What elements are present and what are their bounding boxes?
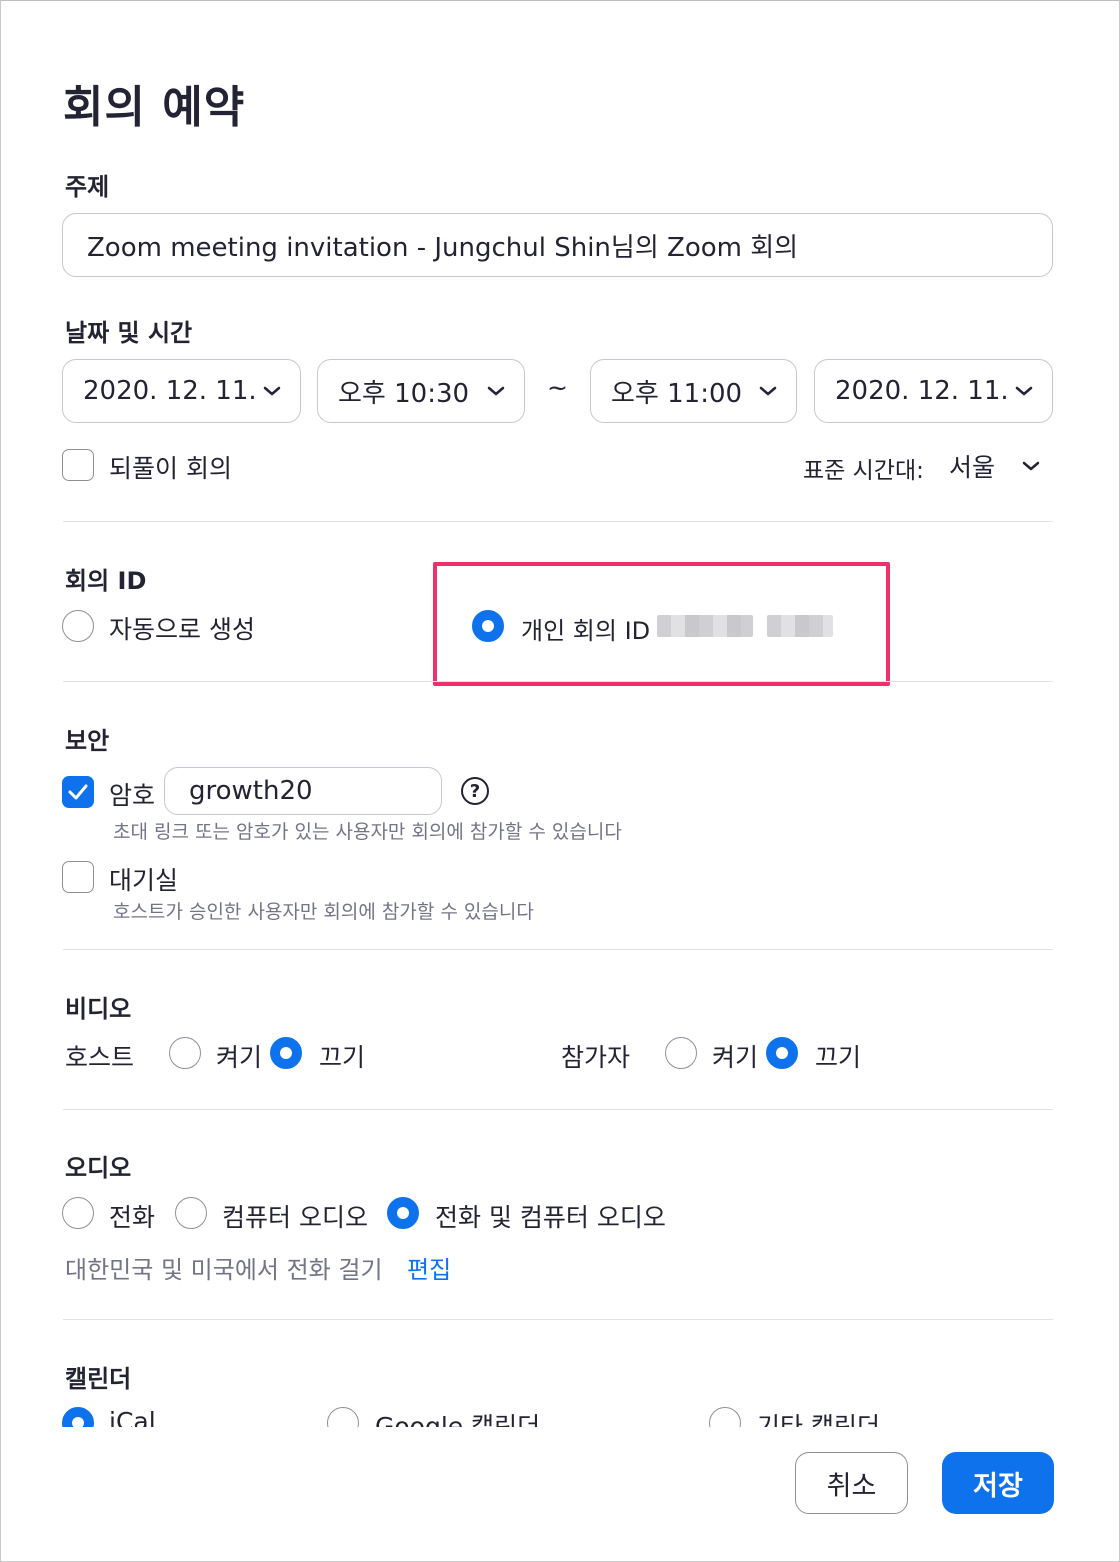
calendar-label: 캘린더 [65,1365,132,1393]
passcode-hint: 초대 링크 또는 암호가 있는 사용자만 회의에 참가할 수 있습니다 [113,821,622,843]
end-date-value: 2020. 12. 11. [835,376,1009,406]
calendar-google-label: Google 캘린더 [375,1412,541,1427]
waiting-room-label: 대기실 [109,866,179,895]
dial-in-edit-link[interactable]: 편집 [407,1250,451,1285]
participant-video-off-radio[interactable] [766,1037,798,1069]
save-button-label: 저장 [973,1470,1023,1502]
start-date-dropdown[interactable]: 2020. 12. 11. [62,359,301,423]
calendar-other-radio[interactable] [709,1407,741,1427]
audio-computer-label: 컴퓨터 오디오 [222,1203,368,1232]
auto-generate-radio[interactable] [62,610,94,642]
chevron-down-icon [1022,461,1040,471]
start-date-value: 2020. 12. 11. [83,376,257,406]
timezone-value: 서울 [949,453,996,482]
host-video-on-label: 켜기 [216,1043,263,1072]
passcode-checkbox[interactable] [62,776,94,808]
chevron-down-icon [1015,386,1033,396]
waiting-room-hint: 호스트가 승인한 사용자만 회의에 참가할 수 있습니다 [113,901,534,923]
start-time-dropdown[interactable]: 오후 10:30 [317,359,525,423]
help-icon[interactable]: ? [461,777,489,805]
security-label: 보안 [65,727,110,755]
topic-label: 주제 [65,173,110,201]
chevron-down-icon [759,386,777,396]
calendar-other-label: 기타 캘린더 [757,1412,880,1427]
end-time-dropdown[interactable]: 오후 11:00 [590,359,797,423]
cancel-button[interactable]: 취소 [795,1452,908,1514]
start-time-value: 오후 10:30 [338,378,470,409]
passcode-value: growth20 [189,776,313,806]
topic-input-value: Zoom meeting invitation - Jungchul Shin님… [87,232,799,263]
audio-both-label: 전화 및 컴퓨터 오디오 [435,1203,666,1232]
checkmark-icon [68,784,88,800]
audio-both-radio[interactable] [387,1197,419,1229]
chevron-down-icon [487,386,505,396]
recurring-label: 되풀이 회의 [109,454,232,483]
host-video-off-label: 끄기 [319,1043,366,1072]
divider [63,521,1053,522]
calendar-options-row: iCal Google 캘린더 기타 캘린더 [1,1401,1120,1427]
calendar-ical-label: iCal [109,1407,156,1427]
calendar-ical-radio[interactable] [62,1407,94,1427]
help-symbol: ? [469,780,481,802]
calendar-google-radio[interactable] [327,1407,359,1427]
participant-video-off-label: 끄기 [815,1043,862,1072]
audio-phone-label: 전화 [109,1203,156,1232]
host-video-on-radio[interactable] [169,1037,201,1069]
host-video-off-radio[interactable] [270,1037,302,1069]
dialog-title: 회의 예약 [63,82,246,133]
divider [63,949,1053,950]
timezone-label: 표준 시간대: [803,458,924,484]
recurring-checkbox[interactable] [62,449,94,481]
timezone-dropdown[interactable]: 서울 [949,449,1041,483]
divider [63,681,1053,682]
divider [63,1319,1053,1320]
save-button[interactable]: 저장 [942,1452,1054,1514]
chevron-down-icon [263,386,281,396]
end-time-value: 오후 11:00 [611,378,743,409]
datetime-label: 날짜 및 시간 [65,319,193,347]
audio-label: 오디오 [65,1154,132,1182]
passcode-input[interactable]: growth20 [164,767,442,815]
audio-phone-radio[interactable] [62,1197,94,1229]
end-date-dropdown[interactable]: 2020. 12. 11. [814,359,1053,423]
waiting-room-checkbox[interactable] [62,861,94,893]
passcode-label: 암호 [109,781,156,810]
meeting-id-label: 회의 ID [65,567,147,595]
audio-computer-radio[interactable] [175,1197,207,1229]
video-participant-label: 참가자 [561,1043,631,1072]
dial-in-text: 대한민국 및 미국에서 전화 걸기 [65,1256,383,1284]
cancel-button-label: 취소 [826,1470,877,1502]
highlight-box [433,562,890,686]
schedule-meeting-dialog: 회의 예약 주제 Zoom meeting invitation - Jungc… [0,0,1120,1562]
topic-input[interactable]: Zoom meeting invitation - Jungchul Shin님… [62,213,1053,277]
video-host-label: 호스트 [65,1043,135,1072]
participant-video-on-radio[interactable] [665,1037,697,1069]
participant-video-on-label: 켜기 [712,1043,759,1072]
video-label: 비디오 [65,995,132,1023]
auto-generate-label: 자동으로 생성 [109,615,255,644]
divider [63,1109,1053,1110]
time-range-separator: ~ [547,373,568,402]
